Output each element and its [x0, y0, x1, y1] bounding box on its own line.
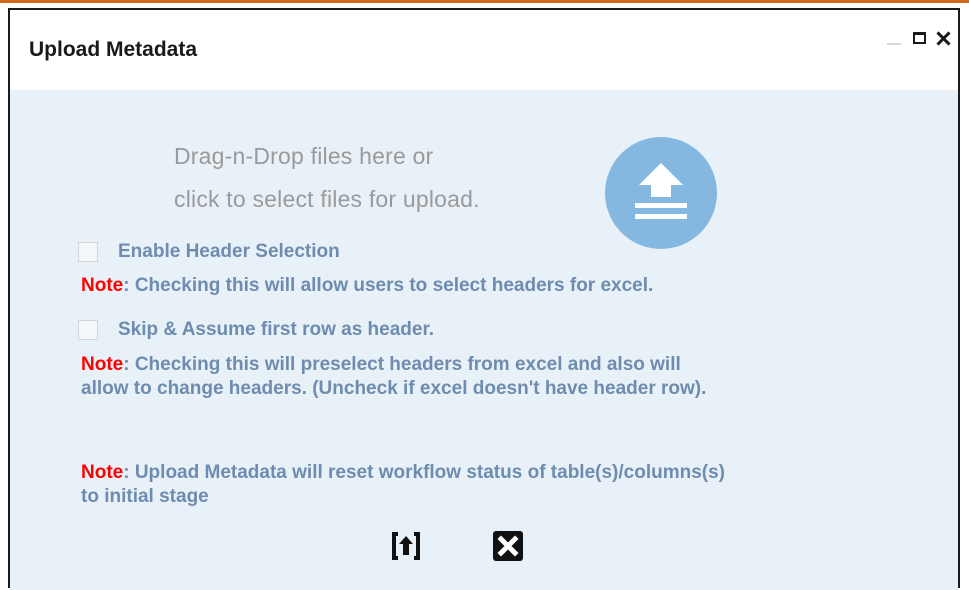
- dialog-actions: [390, 530, 524, 562]
- close-icon[interactable]: [936, 31, 950, 45]
- enable-header-label: Enable Header Selection: [118, 241, 340, 262]
- maximize-icon[interactable]: [913, 32, 926, 44]
- dialog-body: Drag-n-Drop files here or click to selec…: [10, 90, 958, 590]
- top-accent-rule: [0, 0, 969, 3]
- dialog-title: Upload Metadata: [29, 38, 198, 61]
- enable-header-checkbox[interactable]: [78, 242, 98, 262]
- dropzone-text-line2: click to select files for upload.: [174, 186, 480, 212]
- workflow-note: Note: Upload Metadata will reset workflo…: [81, 461, 725, 509]
- note-text: : Checking this will allow users to sele…: [123, 275, 654, 296]
- upload-metadata-dialog: Upload Metadata Drag-n-Drop files here o…: [8, 8, 960, 590]
- dropzone-text-line1: Drag-n-Drop files here or: [174, 143, 434, 169]
- cancel-icon[interactable]: [492, 530, 524, 562]
- file-dropzone[interactable]: Drag-n-Drop files here or click to selec…: [160, 102, 750, 249]
- note-key: Note: [81, 462, 124, 483]
- upload-icon[interactable]: [390, 530, 422, 562]
- note-text: : Checking this will preselect headers f…: [123, 354, 681, 375]
- dialog-titlebar: Upload Metadata: [10, 10, 958, 90]
- window-controls: [887, 31, 950, 45]
- minimize-icon[interactable]: [887, 43, 901, 45]
- note-key: Note: [81, 275, 124, 296]
- skip-header-note: Note: Checking this will preselect heade…: [81, 353, 706, 401]
- skip-header-checkbox[interactable]: [78, 320, 98, 340]
- enable-header-note: Note: Checking this will allow users to …: [81, 274, 653, 298]
- skip-header-label: Skip & Assume first row as header.: [118, 319, 435, 340]
- note-text-line2: allow to change headers. (Uncheck if exc…: [81, 378, 707, 399]
- upload-icon[interactable]: [605, 137, 717, 249]
- note-text: : Upload Metadata will reset workflow st…: [123, 462, 725, 483]
- skip-header-row: Skip & Assume first row as header.: [78, 319, 434, 341]
- enable-header-row: Enable Header Selection: [78, 241, 340, 263]
- note-key: Note: [81, 354, 124, 375]
- note-text-line2: to initial stage: [81, 486, 209, 507]
